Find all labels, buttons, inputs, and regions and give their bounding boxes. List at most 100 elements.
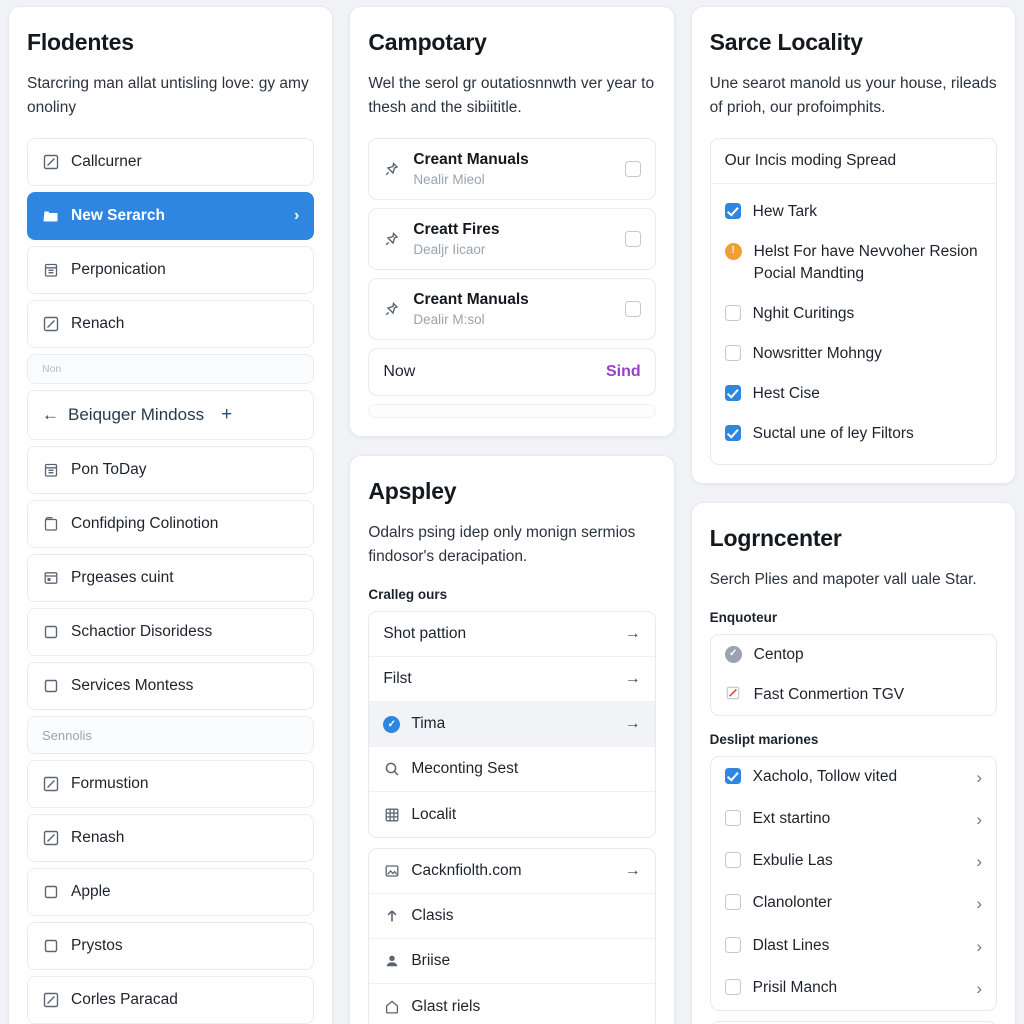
list-item-label: Apple	[71, 883, 111, 901]
row-checkbox[interactable]	[724, 810, 741, 827]
section-divider-sennolis: Sennolis	[27, 716, 315, 755]
warning-badge-icon: !	[724, 243, 742, 261]
image-icon	[383, 863, 400, 880]
list-item[interactable]: ✓ Centop	[711, 635, 996, 675]
row-checkbox[interactable]	[624, 161, 641, 178]
list-item-label: Prgeases cuint	[71, 569, 174, 587]
list-item-label: Renach	[71, 315, 125, 333]
add-icon[interactable]: +	[221, 404, 232, 426]
row-checkbox-checked[interactable]	[724, 768, 741, 785]
list-item-label: Formustion	[71, 775, 149, 793]
list-item[interactable]: Creatt Fires Dealjr Iicaor	[368, 208, 656, 271]
list-item[interactable]: Clanolonter ›	[711, 883, 996, 925]
checkbox-row[interactable]: Suctal une of ley Filtors	[711, 414, 996, 454]
list-item[interactable]: Fast Conmertion TGV	[711, 675, 996, 715]
list-item-label: Meconting Sest	[411, 760, 519, 778]
row-checkbox[interactable]	[724, 978, 741, 995]
list-item[interactable]: Schactior Disoridess	[27, 608, 315, 657]
list-item[interactable]: Formustion	[27, 760, 315, 809]
list-item[interactable]: Apple	[27, 868, 315, 917]
list-item[interactable]: Ext startino ›	[711, 799, 996, 841]
list-item[interactable]: Briise	[369, 939, 655, 985]
archive-icon	[42, 516, 59, 533]
left-column: Flodentes Starcring man allat untisling …	[8, 6, 334, 1024]
checkbox-label: Suctal une of ley Filtors	[752, 425, 914, 443]
list-item-title: Creatt Fires	[413, 221, 500, 239]
list-item[interactable]: Perponication	[27, 246, 315, 295]
pin-icon	[383, 301, 400, 318]
list-item[interactable]: Xacholo, Tollow vited ›	[711, 757, 996, 799]
logrncenter-card: Logrncenter Serch Plies and mapoter vall…	[690, 502, 1016, 1024]
spread-group: Our Incis moding Spread Hew Tark ! Helst…	[709, 138, 997, 466]
row-checkbox-checked[interactable]	[724, 385, 741, 402]
checkbox-label: Hest Cise	[752, 385, 820, 403]
checkbox-label: Hew Tark	[752, 203, 817, 221]
list-item-label: Renash	[71, 829, 125, 847]
list-item[interactable]: Shot pattion →	[369, 612, 655, 658]
list-item-label: Briise	[411, 952, 451, 970]
list-item-caption: Dealir M:sol	[413, 312, 485, 328]
list-item[interactable]: Creant Manuals Dealir M:sol	[368, 278, 656, 341]
send-link[interactable]: Sind	[606, 363, 641, 381]
grid-icon	[383, 806, 400, 823]
row-checkbox[interactable]	[724, 345, 741, 362]
sidebar-item-new-search[interactable]: New Serarch ›	[27, 192, 315, 241]
row-checkbox-checked[interactable]	[724, 203, 741, 220]
list-item[interactable]: Confidping Colinotion	[27, 500, 315, 549]
row-checkbox[interactable]	[624, 301, 641, 318]
row-checkbox[interactable]	[724, 305, 741, 322]
list-item[interactable]: Renach	[27, 300, 315, 349]
checkbox-row[interactable]: Nghit Curitings	[711, 294, 996, 334]
page-board: Flodentes Starcring man allat untisling …	[0, 0, 1024, 1024]
checkbox-label: Nghit Curitings	[752, 305, 855, 323]
list-item[interactable]: Clasis	[369, 894, 655, 940]
list-item[interactable]: Filst →	[369, 657, 655, 703]
checkbox-row[interactable]: Hew Tark	[711, 192, 996, 232]
spread-header: Our Incis moding Spread	[710, 139, 996, 185]
page-title: Flodentes	[27, 29, 134, 55]
list-item[interactable]: Callcurner	[27, 138, 315, 187]
list-item-label: Schactior Disoridess	[71, 623, 213, 641]
list-item[interactable]: Corles Paracad	[27, 976, 315, 1024]
list-item[interactable]: Exbulie Las ›	[711, 841, 996, 883]
list-item[interactable]: Meconting Sest	[369, 747, 655, 793]
list-item[interactable]: Prgeases cuint	[27, 554, 315, 603]
list-item[interactable]: Renash	[27, 814, 315, 863]
checkbox-square-icon	[42, 830, 59, 847]
list-item-label: Xacholo, Tollow vited	[752, 768, 898, 786]
enquoteur-label: Enquoteur	[709, 610, 778, 626]
chevron-right-icon: ›	[976, 936, 982, 956]
checkbox-label: Helst For have Nevvoher Resion Pocial Ma…	[753, 243, 978, 283]
row-checkbox[interactable]	[624, 231, 641, 248]
home-outline-icon	[383, 998, 400, 1015]
checkbox-square-icon	[42, 992, 59, 1009]
list-item[interactable]: Prisil Manch ›	[711, 968, 996, 1010]
list-item[interactable]: Localit	[369, 792, 654, 837]
list-item[interactable]: Pon ToDay	[27, 446, 315, 495]
checkbox-row[interactable]: ! Helst For have Nevvoher Resion Pocial …	[711, 232, 996, 294]
breadcrumb-nav[interactable]: ← Beiquger Mindoss +	[27, 390, 315, 441]
list-item[interactable]: Prystos	[27, 922, 315, 971]
list-item-label: Prystos	[71, 937, 123, 955]
row-checkbox[interactable]	[724, 936, 741, 953]
section-divider-non: Non	[27, 354, 315, 385]
back-arrow-icon[interactable]: ←	[42, 405, 59, 425]
list-item[interactable]: Creant Manuals Nealir Mieol	[368, 138, 656, 201]
campotary-card: Campotary Wel the serol gr outatiosnnwth…	[349, 6, 675, 438]
campotary-footer: Now Sind	[368, 348, 656, 397]
list-item[interactable]: Glast riels	[369, 984, 654, 1024]
middle-column: Campotary Wel the serol gr outatiosnnwth…	[349, 6, 675, 1024]
list-item[interactable]: Cacknfiolth.com →	[369, 849, 655, 895]
row-checkbox-checked[interactable]	[724, 425, 741, 442]
list-item-label: Dlast Lines	[752, 936, 830, 954]
list-item[interactable]: Services Montess	[27, 662, 315, 711]
checkbox-row[interactable]: Nowsritter Mohngy	[711, 334, 996, 374]
row-checkbox[interactable]	[724, 894, 741, 911]
row-checkbox[interactable]	[724, 852, 741, 869]
checkbox-row[interactable]: Hest Cise	[711, 374, 996, 414]
list-item[interactable]: Dlast Lines ›	[711, 926, 996, 968]
folder-icon	[42, 208, 59, 225]
list-item-label: Prisil Manch	[752, 978, 838, 996]
check-circle-grey-icon: ✓	[724, 646, 742, 664]
list-item-selected[interactable]: ✓ Tima →	[369, 702, 655, 748]
